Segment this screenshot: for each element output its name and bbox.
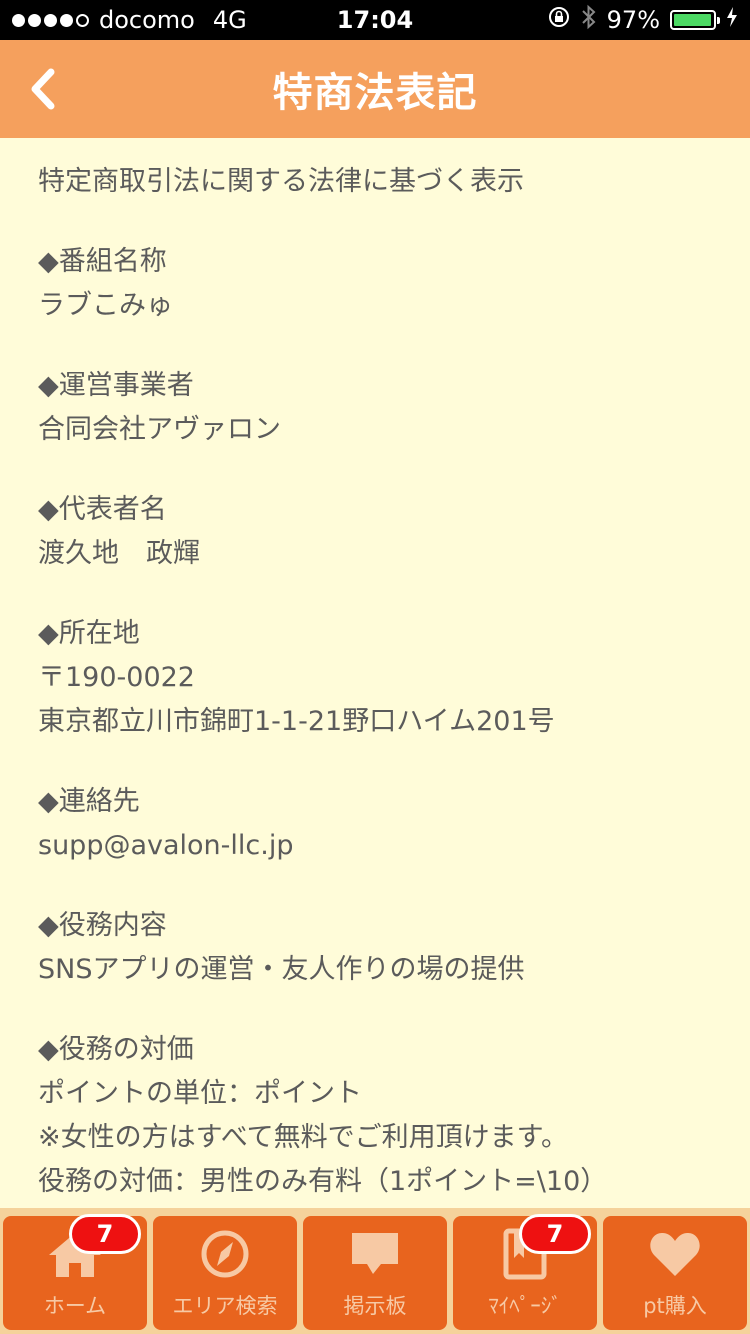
page-title: 特商法表記 xyxy=(272,70,478,116)
charging-icon xyxy=(726,6,738,34)
section-value: SNSアプリの運営・友人作りの場の提供 xyxy=(38,954,525,985)
section-value: 渡久地 政輝 xyxy=(38,538,200,569)
battery-percent: 97% xyxy=(606,6,660,34)
tab-label: エリア検索 xyxy=(172,1294,278,1318)
section-value: 合同会社アヴァロン xyxy=(38,414,281,445)
tab-home[interactable]: 7 ホーム xyxy=(3,1214,147,1330)
section-heading: ◆役務の対価 xyxy=(38,1034,194,1065)
section-value: 東京都立川市錦町1-1-21野口ハイム201号 xyxy=(38,706,555,737)
info-section: ◆代表者名渡久地 政輝 xyxy=(38,488,712,576)
tab-pt-purchase[interactable]: pt購入 xyxy=(603,1216,747,1330)
info-section: ◆連絡先 supp@avalon-llc.jp xyxy=(38,780,712,868)
tab-label: ﾏｲﾍﾟｰｼﾞ xyxy=(488,1294,562,1318)
chevron-left-icon xyxy=(31,68,55,110)
chat-bubble-icon xyxy=(345,1226,405,1282)
section-heading: ◆役務内容 xyxy=(38,910,167,941)
tab-mypage[interactable]: 7 ﾏｲﾍﾟｰｼﾞ xyxy=(453,1214,597,1330)
section-heading: ◆代表者名 xyxy=(38,494,167,525)
section-heading: ◆所在地 xyxy=(38,618,140,649)
info-section: ◆番組名称ラブこみゅ xyxy=(38,240,712,328)
section-heading: ◆連絡先 xyxy=(38,786,140,817)
info-section: ◆所在地〒190-0022 東京都立川市錦町1-1-21野口ハイム201号 xyxy=(38,612,712,744)
bluetooth-icon xyxy=(581,4,597,36)
status-bar: docomo 4G 17:04 97% xyxy=(0,0,750,40)
tab-bulletin-board[interactable]: 掲示板 xyxy=(303,1216,447,1330)
section-value: ラブこみゅ xyxy=(38,290,173,321)
tab-label: pt購入 xyxy=(643,1294,707,1318)
navigation-bar: 特商法表記 xyxy=(0,40,750,138)
section-value: ※女性の方はすべて無料でご利用頂けます。 xyxy=(38,1122,568,1153)
section-value: ポイントの単位：ポイント xyxy=(38,1078,362,1109)
notification-badge: 7 xyxy=(519,1214,591,1254)
notification-badge: 7 xyxy=(69,1214,141,1254)
intro-text: 特定商取引法に関する法律に基づく表示 xyxy=(38,166,524,197)
heart-icon xyxy=(645,1226,705,1282)
tab-bar: 7 ホーム エリア検索 掲示板 7 ﾏｲﾍﾟｰｼﾞ pt購入 xyxy=(0,1208,750,1334)
section-heading: ◆番組名称 xyxy=(38,246,167,277)
section-value: supp@avalon-llc.jp xyxy=(38,830,294,861)
tab-label: 掲示板 xyxy=(343,1294,407,1318)
tab-label: ホーム xyxy=(43,1294,107,1318)
info-section: ◆役務の対価ポイントの単位：ポイント ※女性の方はすべて無料でご利用頂けます。役務… xyxy=(38,1028,712,1204)
section-value: 役務の対価：男性のみ有料（1ポイント=\10） xyxy=(38,1166,608,1197)
info-section: ◆運営事業者合同会社アヴァロン xyxy=(38,364,712,452)
legal-notice-content: 特定商取引法に関する法律に基づく表示 ◆番組名称ラブこみゅ ◆運営事業者合同会社ア… xyxy=(0,138,750,1208)
compass-icon xyxy=(195,1226,255,1282)
tab-area-search[interactable]: エリア検索 xyxy=(153,1216,297,1330)
info-section: ◆役務内容 SNSアプリの運営・友人作りの場の提供 xyxy=(38,904,712,992)
status-right: 97% xyxy=(547,0,738,40)
orientation-lock-icon xyxy=(547,5,571,35)
battery-icon xyxy=(670,10,720,30)
back-button[interactable] xyxy=(20,62,64,116)
section-heading: ◆運営事業者 xyxy=(38,370,194,401)
section-value: 〒190-0022 xyxy=(38,662,195,693)
